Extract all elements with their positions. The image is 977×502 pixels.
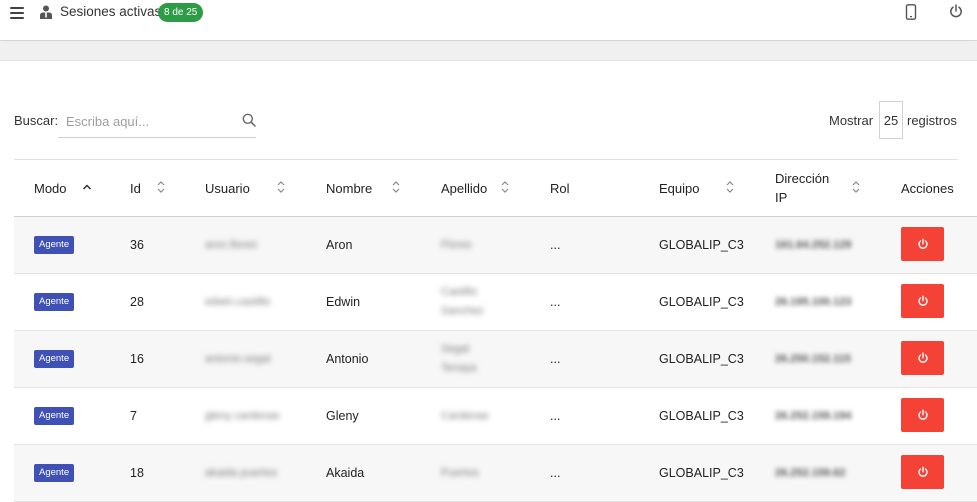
cell-apellido: Flores xyxy=(441,238,472,251)
column-header-modo[interactable]: Modo xyxy=(34,160,92,216)
column-header-id[interactable]: Id xyxy=(130,160,165,216)
cell-usuario: aron.flores xyxy=(205,238,257,251)
table-row: Agente 28 edwin.castillo Edwin Castillo … xyxy=(14,274,977,331)
search-field xyxy=(58,105,256,138)
cell-id: 36 xyxy=(130,238,144,252)
cell-apellido: Segal Tenaya xyxy=(441,343,477,374)
cell-apellido: Castillo Sanchez xyxy=(441,286,484,317)
column-header-equipo[interactable]: Equipo xyxy=(659,160,734,216)
sort-ascending-icon xyxy=(82,184,92,190)
column-header-rol: Rol xyxy=(550,180,570,196)
sort-icon xyxy=(277,181,285,193)
cell-ip: 161.64.252.129 xyxy=(775,239,852,251)
cell-nombre: Edwin xyxy=(326,295,361,309)
cell-equipo: GLOBALIP_C3 xyxy=(659,466,744,480)
table-row: Agente 36 aron.flores Aron Flores ... GL… xyxy=(14,217,977,274)
hamburger-menu-icon[interactable] xyxy=(10,6,24,20)
cell-id: 7 xyxy=(130,409,137,423)
cell-ip: 26.252.159.194 xyxy=(775,410,852,422)
search-input[interactable] xyxy=(58,105,233,137)
cell-apellido: Cardenas xyxy=(441,409,489,422)
cell-ip: 26.252.159.62 xyxy=(775,467,846,479)
cell-usuario: antonio.segal xyxy=(205,352,271,365)
cell-nombre: Akaida xyxy=(326,466,365,480)
table-row: Agente 7 gleny cardenas Gleny Cardenas .… xyxy=(14,388,977,445)
sort-icon xyxy=(501,181,509,193)
table-header: Modo Id Usuario Nombre Apellido Rol Equi… xyxy=(14,160,977,217)
cell-nombre: Aron xyxy=(326,238,353,252)
cell-rol: ... xyxy=(550,352,561,366)
column-header-acciones: Acciones xyxy=(901,180,954,196)
sort-icon xyxy=(852,181,860,193)
power-icon xyxy=(917,466,928,477)
mobile-phone-icon[interactable] xyxy=(905,4,917,20)
cell-nombre: Gleny xyxy=(326,409,359,423)
search-label: Buscar: xyxy=(14,113,59,128)
mode-badge: Agente xyxy=(34,293,75,311)
cell-usuario: akaida puertos xyxy=(205,466,278,479)
sort-icon xyxy=(392,181,400,193)
toolbar-strip xyxy=(0,42,977,61)
cell-rol: ... xyxy=(550,466,561,480)
cell-equipo: GLOBALIP_C3 xyxy=(659,409,744,423)
cell-usuario: edwin.castillo xyxy=(205,295,271,308)
cell-equipo: GLOBALIP_C3 xyxy=(659,238,744,252)
cell-id: 28 xyxy=(130,295,144,309)
column-header-apellido[interactable]: Apellido xyxy=(441,160,509,216)
cell-apellido: Puertos xyxy=(441,466,479,479)
cell-id: 16 xyxy=(130,352,144,366)
page-title: Sesiones activas xyxy=(60,4,162,19)
logout-session-button[interactable] xyxy=(901,398,944,432)
sessions-count-badge: 8 de 25 xyxy=(158,3,204,22)
logout-session-button[interactable] xyxy=(901,227,944,261)
column-header-usuario[interactable]: Usuario xyxy=(205,160,285,216)
table-row: Agente 18 akaida puertos Akaida Puertos … xyxy=(14,445,977,502)
column-header-nombre[interactable]: Nombre xyxy=(326,160,400,216)
power-icon xyxy=(917,409,928,420)
cell-equipo: GLOBALIP_C3 xyxy=(659,352,744,366)
mode-badge: Agente xyxy=(34,350,75,368)
cell-rol: ... xyxy=(550,295,561,309)
logout-session-button[interactable] xyxy=(901,284,944,318)
mode-badge: Agente xyxy=(34,236,75,254)
cell-usuario: gleny cardenas xyxy=(205,409,280,422)
user-icon xyxy=(40,5,52,19)
cell-ip: 26.250.152.115 xyxy=(775,353,851,365)
cell-id: 18 xyxy=(130,466,144,480)
page-size-label: Mostrar xyxy=(829,113,874,128)
cell-nombre: Antonio xyxy=(326,352,369,366)
column-header-direccion-ip[interactable]: Dirección IP xyxy=(775,160,860,216)
top-app-bar: Sesiones activas 8 de 25 xyxy=(0,0,977,41)
search-icon[interactable] xyxy=(242,113,256,127)
logout-session-button[interactable] xyxy=(901,455,944,489)
power-icon xyxy=(917,352,928,363)
table-row: Agente 16 antonio.segal Antonio Segal Te… xyxy=(14,331,977,388)
sort-icon xyxy=(157,181,165,193)
sort-icon xyxy=(726,181,734,193)
page-size-suffix: registros xyxy=(907,113,957,128)
cell-equipo: GLOBALIP_C3 xyxy=(659,295,744,309)
power-icon xyxy=(917,238,928,249)
cell-ip: 26.195.100.123 xyxy=(775,296,852,308)
logout-session-button[interactable] xyxy=(901,341,944,375)
page-size-input[interactable] xyxy=(879,101,903,139)
cell-rol: ... xyxy=(550,409,561,423)
power-icon[interactable] xyxy=(948,3,964,19)
mode-badge: Agente xyxy=(34,464,75,482)
cell-rol: ... xyxy=(550,238,561,252)
mode-badge: Agente xyxy=(34,407,75,425)
power-icon xyxy=(917,295,928,306)
